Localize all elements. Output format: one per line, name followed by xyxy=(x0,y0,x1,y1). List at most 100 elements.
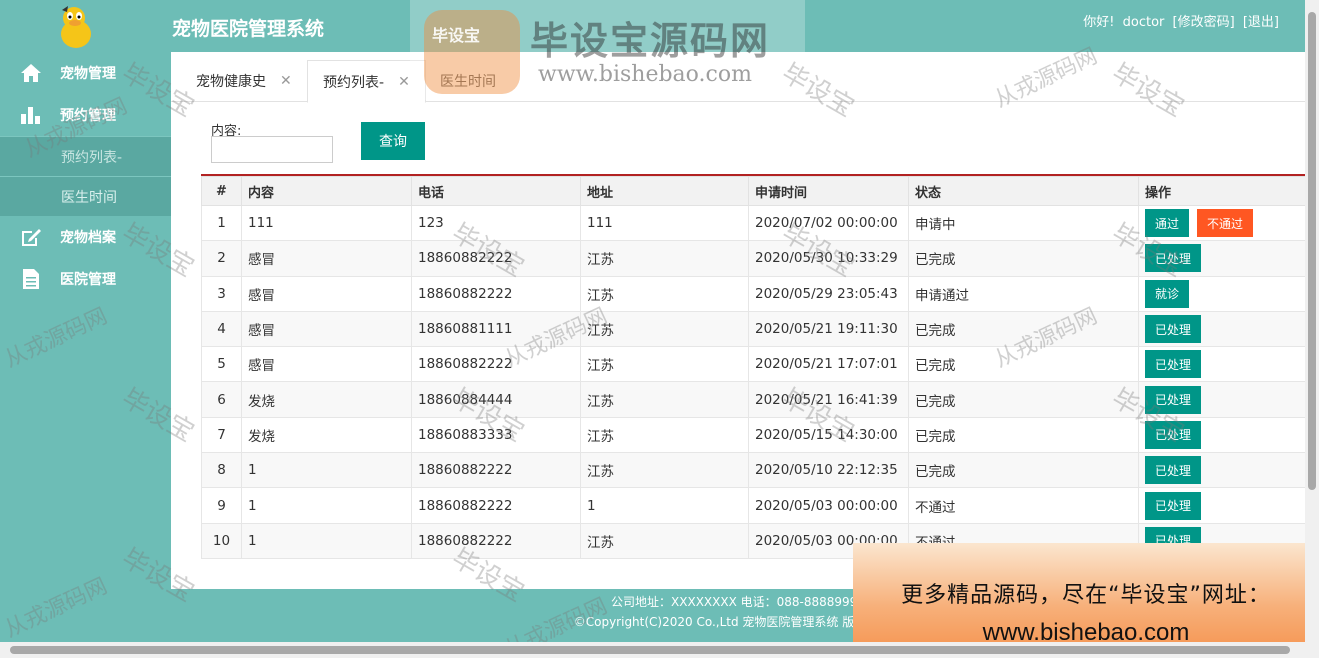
tab-doctor-time[interactable]: 医生时间 xyxy=(425,60,511,102)
cell-content: 感冒 xyxy=(241,240,412,277)
cell-n: 10 xyxy=(201,522,242,559)
cell-status: 不通过 xyxy=(908,487,1139,524)
sidebar-item-pet-management[interactable]: 宠物管理 xyxy=(0,52,171,94)
cell-n: 3 xyxy=(201,275,242,312)
sidebar-item-hospital-management[interactable]: 医院管理 xyxy=(0,258,171,300)
top-bar: 宠物医院管理系统 你好! doctor [修改密码] [退出] xyxy=(0,0,1319,52)
change-password-link[interactable]: [修改密码] xyxy=(1173,15,1235,30)
cell-content: 感冒 xyxy=(241,275,412,312)
table-row: 5 感冒 18860882222 江苏 2020/05/21 17:07:01 已完成 已处… xyxy=(201,346,1306,383)
approve-button[interactable]: 通过 xyxy=(1145,209,1190,238)
tab-appointment-list[interactable]: 预约列表- ✕ xyxy=(307,60,426,103)
cell-actions: 通过 不通过 xyxy=(1138,204,1306,242)
table-row: 3 感冒 18860882222 江苏 2020/05/29 23:05:43 申请通过就… xyxy=(201,275,1306,312)
search-button[interactable]: 查询 xyxy=(361,122,425,160)
processed-button[interactable]: 已处理 xyxy=(1145,491,1202,520)
cell-addr: 1 xyxy=(580,487,749,524)
sidebar-item-label: 预约管理 xyxy=(60,108,116,124)
cell-actions: 已处理 xyxy=(1138,416,1306,454)
processed-button[interactable]: 已处理 xyxy=(1145,385,1202,414)
processed-button[interactable]: 已处理 xyxy=(1145,350,1202,379)
close-icon[interactable]: ✕ xyxy=(280,73,292,89)
cell-time: 2020/05/21 19:11:30 xyxy=(748,310,909,348)
cell-n: 6 xyxy=(201,381,242,418)
home-icon xyxy=(20,62,42,84)
cell-n: 2 xyxy=(201,240,242,277)
table-row: 6 发烧 18860884444 江苏 2020/05/21 16:41:39 已完成 已处… xyxy=(201,381,1306,418)
cell-addr: 江苏 xyxy=(580,240,749,277)
table-row: 9 1 18860882222 1 2020/05/03 00:00:00 不通过 已处理 xyxy=(201,487,1306,524)
column-header: 地址 xyxy=(580,176,749,206)
cell-addr: 江苏 xyxy=(580,452,749,489)
vertical-scrollbar[interactable] xyxy=(1305,0,1319,658)
sidebar-item-pet-records[interactable]: 宠物档案 xyxy=(0,216,171,258)
visit-button[interactable]: 就诊 xyxy=(1145,279,1190,308)
cell-phone: 18860882222 xyxy=(411,487,581,524)
cell-content: 感冒 xyxy=(241,310,412,348)
processed-button[interactable]: 已处理 xyxy=(1145,244,1202,273)
cell-status: 已完成 xyxy=(908,310,1139,348)
sidebar-subitem-appointment-list[interactable]: 预约列表- xyxy=(0,136,171,176)
cell-content: 111 xyxy=(241,204,412,242)
scrollbar-thumb[interactable] xyxy=(1308,12,1316,490)
cell-addr: 江苏 xyxy=(580,346,749,383)
cell-content: 感冒 xyxy=(241,346,412,383)
table-row: 7 发烧 18860883333 江苏 2020/05/15 14:30:00 已完成 已处… xyxy=(201,416,1306,454)
cell-actions: 已处理 xyxy=(1138,240,1306,277)
table-row: 4 感冒 18860881111 江苏 2020/05/21 19:11:30 已完成 已处… xyxy=(201,310,1306,348)
sidebar-subitem-doctor-time[interactable]: 医生时间 xyxy=(0,176,171,216)
tab-label: 宠物健康史 xyxy=(196,74,266,90)
column-header: 申请时间 xyxy=(748,176,909,206)
cell-status: 申请中 xyxy=(908,204,1139,242)
processed-button[interactable]: 已处理 xyxy=(1145,315,1202,344)
sidebar: 宠物管理 预约管理 预约列表- 医生时间 宠物档案 医院管理 xyxy=(0,52,171,592)
edit-icon xyxy=(20,226,42,248)
sidebar-item-label: 宠物管理 xyxy=(60,66,116,82)
appointment-table: # 内容 电话 地址 申请时间 状态 操作 1 111 123 111 2020/07/… xyxy=(201,174,1306,559)
cell-actions: 已处理 xyxy=(1138,346,1306,383)
cell-phone: 18860882222 xyxy=(411,452,581,489)
cell-phone: 18860882222 xyxy=(411,275,581,312)
username-text: doctor xyxy=(1122,15,1165,30)
cell-time: 2020/05/03 00:00:00 xyxy=(748,487,909,524)
cell-n: 1 xyxy=(201,204,242,242)
cell-time: 2020/05/21 16:41:39 xyxy=(748,381,909,418)
scrollbar-thumb[interactable] xyxy=(10,646,1290,654)
duck-logo-icon xyxy=(61,6,91,48)
cell-addr: 江苏 xyxy=(580,522,749,559)
processed-button[interactable]: 已处理 xyxy=(1145,456,1202,485)
cell-content: 1 xyxy=(241,452,412,489)
logout-link[interactable]: [退出] xyxy=(1243,15,1279,30)
search-input[interactable] xyxy=(211,136,333,163)
table-row: 2 感冒 18860882222 江苏 2020/05/30 10:33:29 已完成 已处… xyxy=(201,240,1306,277)
cell-content: 1 xyxy=(241,522,412,559)
table-row: 8 1 18860882222 江苏 2020/05/10 22:12:35 已完成 已处理 xyxy=(201,452,1306,489)
cell-time: 2020/05/30 10:33:29 xyxy=(748,240,909,277)
cell-time: 2020/05/29 23:05:43 xyxy=(748,275,909,312)
sidebar-item-appointment-management[interactable]: 预约管理 xyxy=(0,94,171,136)
close-icon[interactable]: ✕ xyxy=(398,74,410,90)
tab-pet-health-history[interactable]: 宠物健康史 ✕ xyxy=(181,60,307,102)
cell-phone: 18860884444 xyxy=(411,381,581,418)
horizontal-scrollbar[interactable] xyxy=(0,642,1305,658)
tab-label: 医生时间 xyxy=(440,74,496,90)
processed-button[interactable]: 已处理 xyxy=(1145,420,1202,449)
cell-status: 已完成 xyxy=(908,381,1139,418)
sidebar-item-label: 医院管理 xyxy=(60,272,116,288)
cell-n: 9 xyxy=(201,487,242,524)
cell-n: 7 xyxy=(201,416,242,454)
column-header: 状态 xyxy=(908,176,1139,206)
cell-time: 2020/05/10 22:12:35 xyxy=(748,452,909,489)
cell-content: 1 xyxy=(241,487,412,524)
promo-banner[interactable]: 更多精品源码，尽在“毕设宝”网址： www.bishebao.com xyxy=(853,543,1319,658)
cell-n: 4 xyxy=(201,310,242,348)
main-panel: 宠物健康史 ✕ 预约列表- ✕ 医生时间 内容: 查询 # 内容 电话 地址 申… xyxy=(171,52,1306,589)
cell-phone: 18860883333 xyxy=(411,416,581,454)
table-header-row: # 内容 电话 地址 申请时间 状态 操作 xyxy=(201,176,1306,206)
column-header: 电话 xyxy=(411,176,581,206)
reject-button[interactable]: 不通过 xyxy=(1197,209,1254,238)
cell-phone: 18860882222 xyxy=(411,240,581,277)
cell-status: 已完成 xyxy=(908,452,1139,489)
cell-phone: 123 xyxy=(411,204,581,242)
greeting-text: 你好! xyxy=(1083,15,1115,30)
